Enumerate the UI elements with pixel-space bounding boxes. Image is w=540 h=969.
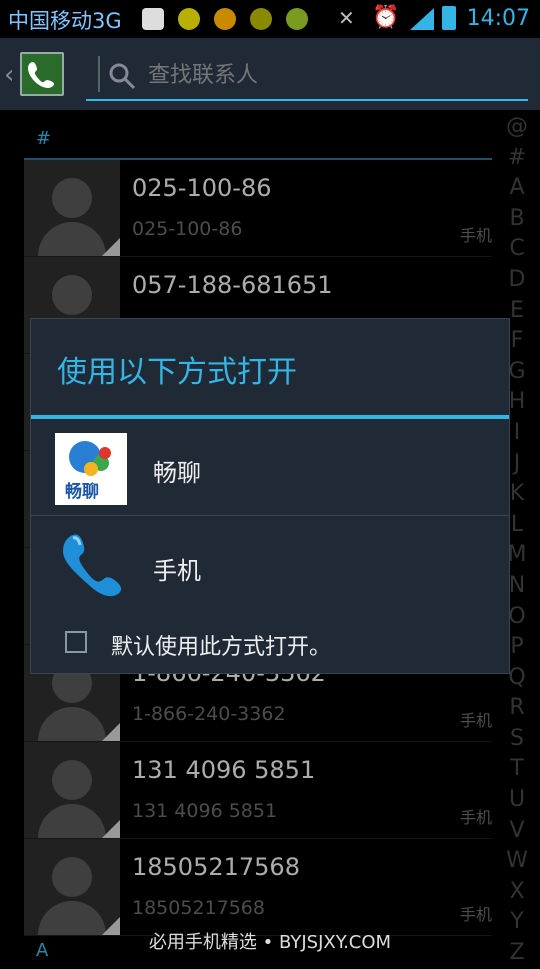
changliao-icon-text: 畅聊 [65,482,99,502]
changliao-app-icon: 畅聊 [55,433,127,505]
app-notification-icon [250,8,272,30]
search-icon [108,62,136,94]
back-chevron-icon[interactable]: ‹ [4,60,14,90]
default-checkbox-label[interactable]: 默认使用此方式打开。 [111,629,331,661]
carrier-label: 中国移动3G [8,9,122,33]
actionbar-divider [98,56,100,92]
watermark: 必用手机精选 • BYJSJXY.COM [148,932,392,953]
option-label: 畅聊 [153,459,201,487]
option-divider [31,515,509,516]
option-changliao[interactable]: 畅聊 畅聊 [31,419,509,515]
option-phone[interactable]: 手机 [31,517,509,613]
alarm-icon: ⏰ [372,5,400,30]
default-checkbox[interactable] [65,631,87,653]
signal-icon [408,8,434,30]
battery-icon [442,6,456,30]
mute-icon: ✕ [338,6,355,30]
contacts-app-icon[interactable] [20,52,64,96]
add-notification-icon [142,8,164,30]
phone-handset-icon [55,529,127,601]
status-bar: 中国移动3G ✕ ⏰ 14:07 [0,0,540,38]
app-notification-icon [178,8,200,30]
action-bar: ‹ [0,38,540,110]
option-label: 手机 [153,557,201,585]
search-underline [86,99,528,101]
search-input[interactable] [146,58,520,92]
dialog-title: 使用以下方式打开 [57,355,297,390]
app-notification-icon [286,8,308,30]
status-clock: 14:07 [466,6,530,31]
app-notification-icon [214,8,236,30]
open-with-dialog: 使用以下方式打开 畅聊 畅聊 手机 默认使用此方式打开。 [30,318,510,674]
